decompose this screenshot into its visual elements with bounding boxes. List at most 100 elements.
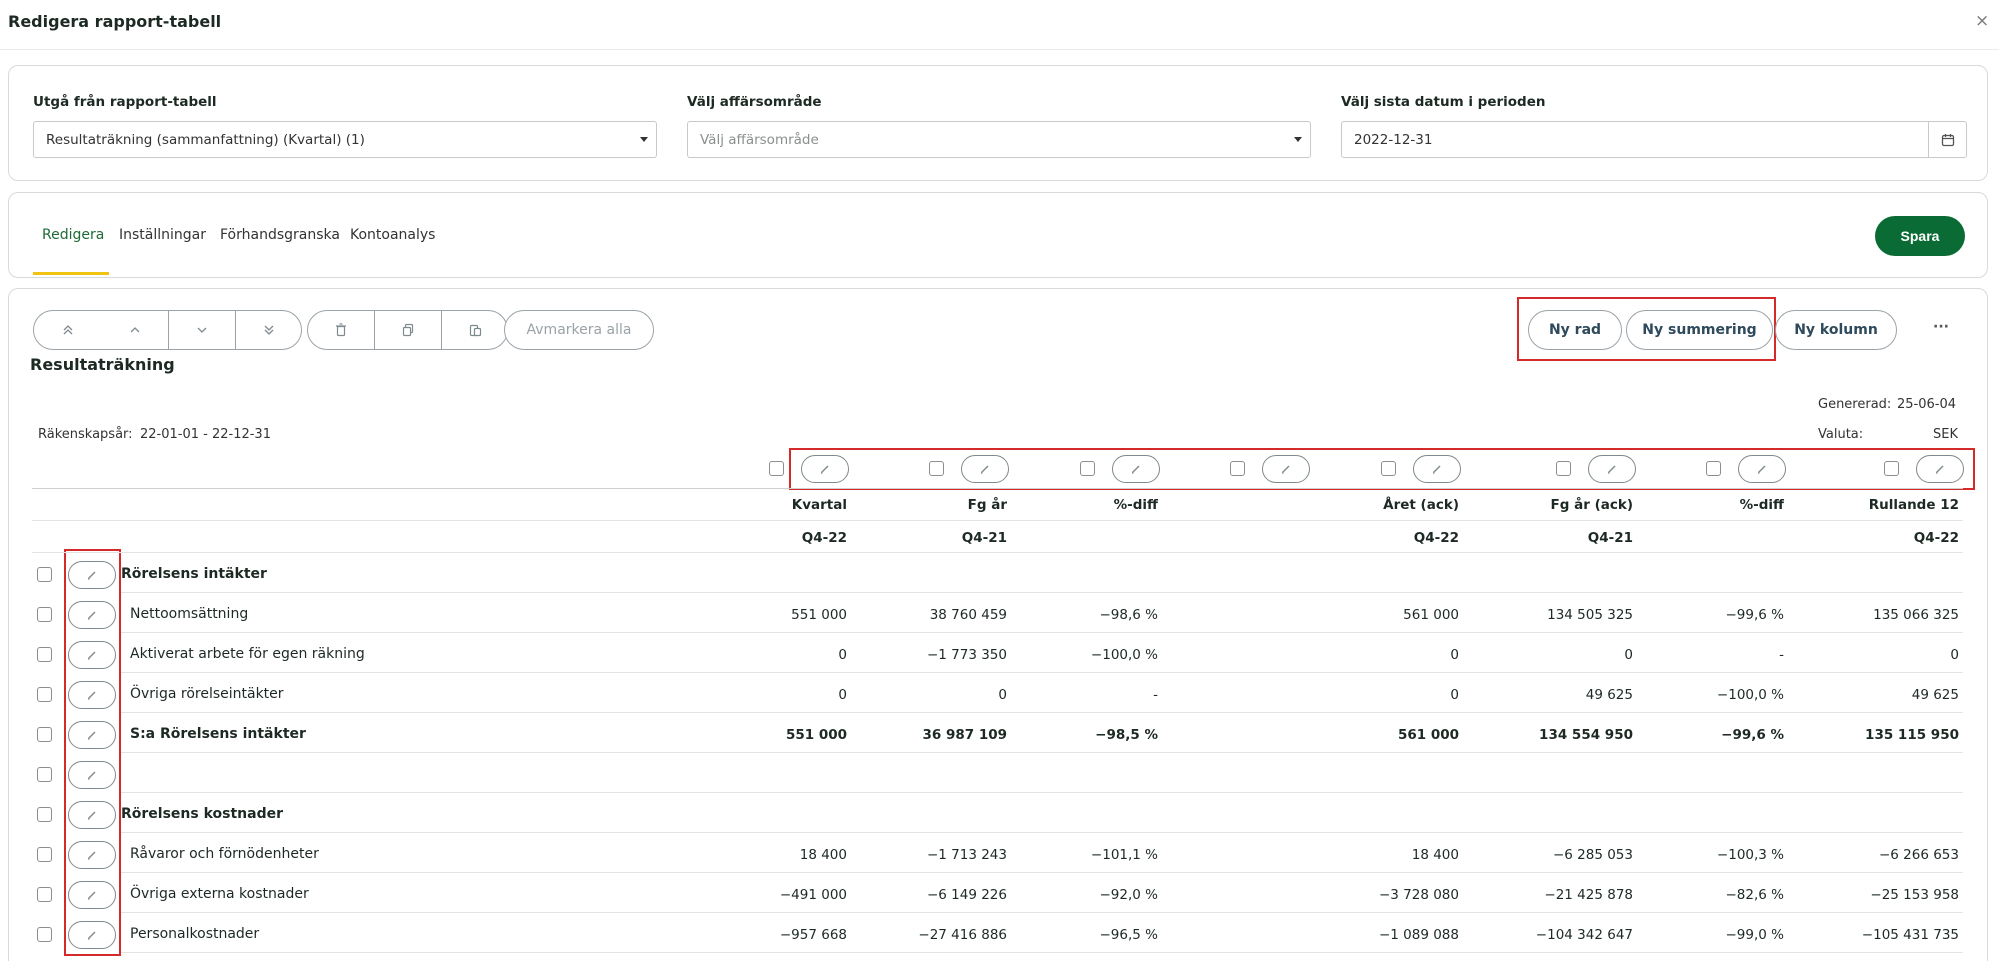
- row-edit-button[interactable]: [68, 881, 116, 909]
- pencil-icon: [88, 691, 96, 700]
- table-cell: 0: [1624, 647, 1633, 663]
- column-checkbox[interactable]: [1706, 461, 1721, 476]
- column-edit-button[interactable]: [1262, 455, 1310, 483]
- row-edit-button[interactable]: [68, 721, 116, 749]
- row-edit-button[interactable]: [68, 921, 116, 949]
- column-edit-button[interactable]: [1413, 455, 1461, 483]
- report-title: Resultaträkning: [30, 355, 175, 374]
- column-header-period: Q4-21: [1587, 530, 1633, 546]
- table-cell: 551 000: [785, 727, 847, 743]
- row-checkbox[interactable]: [37, 687, 52, 702]
- row-checkbox[interactable]: [37, 647, 52, 662]
- row-edit-button[interactable]: [68, 601, 116, 629]
- new-sum-button[interactable]: Ny summering: [1626, 310, 1773, 350]
- row-edit-button[interactable]: [68, 801, 116, 829]
- row-checkbox[interactable]: [37, 567, 52, 582]
- row-divider: [121, 912, 1963, 913]
- new-column-button[interactable]: Ny kolumn: [1775, 310, 1897, 350]
- table-cell: −6 266 653: [1878, 847, 1959, 863]
- row-checkbox[interactable]: [37, 727, 52, 742]
- column-checkbox[interactable]: [1080, 461, 1095, 476]
- row-label: Nettoomsättning: [130, 606, 249, 622]
- row-checkbox[interactable]: [37, 927, 52, 942]
- pencil-icon: [1758, 465, 1766, 474]
- move-down-button[interactable]: [168, 310, 236, 350]
- row-divider: [121, 832, 1963, 833]
- period-end-date-input[interactable]: 2022-12-31: [1341, 121, 1967, 158]
- tab-installningar[interactable]: Inställningar: [119, 227, 206, 243]
- divider: [32, 488, 1963, 489]
- tab-redigera[interactable]: Redigera: [42, 227, 104, 243]
- trash-icon: [336, 323, 346, 337]
- pencil-icon: [1433, 465, 1441, 474]
- new-row-button[interactable]: Ny rad: [1528, 310, 1622, 350]
- business-area-label: Välj affärsområde: [687, 94, 822, 110]
- column-edit-button[interactable]: [961, 455, 1009, 483]
- table-cell: 0: [1450, 687, 1459, 703]
- pencil-icon: [88, 851, 96, 860]
- business-area-select[interactable]: Välj affärsområde: [687, 121, 1311, 158]
- tab-forhandsgranska[interactable]: Förhandsgranska: [220, 227, 340, 243]
- table-cell: −99,0 %: [1725, 927, 1785, 943]
- tabs-card: Redigera Inställningar Förhandsgranska K…: [8, 192, 1988, 278]
- pencil-icon: [88, 651, 96, 660]
- row-checkbox[interactable]: [37, 807, 52, 822]
- tab-kontoanalys[interactable]: Kontoanalys: [350, 227, 435, 243]
- pencil-icon: [1282, 465, 1290, 474]
- table-cell: −92,0 %: [1099, 887, 1159, 903]
- double-chevron-down-icon: [264, 325, 273, 335]
- column-edit-button[interactable]: [801, 455, 849, 483]
- row-checkbox[interactable]: [37, 767, 52, 782]
- close-icon[interactable]: ×: [1975, 11, 1989, 31]
- row-edit-button[interactable]: [68, 681, 116, 709]
- delete-button[interactable]: [307, 310, 375, 350]
- table-cell: −82,6 %: [1725, 887, 1785, 903]
- pencil-icon: [1936, 465, 1944, 474]
- row-checkbox[interactable]: [37, 607, 52, 622]
- period-end-date-value: 2022-12-31: [1354, 132, 1433, 148]
- source-table-select[interactable]: Resultaträkning (sammanfattning) (Kvarta…: [33, 121, 657, 158]
- row-divider: [121, 792, 1963, 793]
- generated-label: Genererad:: [1818, 397, 1892, 412]
- paste-button[interactable]: [441, 310, 508, 350]
- row-edit-button[interactable]: [68, 761, 116, 789]
- column-edit-button[interactable]: [1916, 455, 1964, 483]
- table-cell: −100,3 %: [1716, 847, 1784, 863]
- currency-value: SEK: [1933, 427, 1958, 442]
- table-cell: −99,6 %: [1725, 607, 1785, 623]
- column-checkbox[interactable]: [1230, 461, 1245, 476]
- column-header-label: Fg år (ack): [1550, 497, 1633, 513]
- copy-button[interactable]: [374, 310, 442, 350]
- column-checkbox[interactable]: [769, 461, 784, 476]
- calendar-icon[interactable]: [1928, 122, 1966, 157]
- move-up-button[interactable]: [101, 310, 169, 350]
- move-to-bottom-button[interactable]: [235, 310, 302, 350]
- deselect-all-button[interactable]: Avmarkera alla: [504, 310, 654, 350]
- row-divider: [121, 952, 1963, 953]
- row-label: Övriga externa kostnader: [130, 886, 309, 902]
- table-cell: −1 713 243: [926, 847, 1007, 863]
- table-cell: −98,5 %: [1095, 727, 1158, 743]
- row-edit-button[interactable]: [68, 641, 116, 669]
- row-checkbox[interactable]: [37, 887, 52, 902]
- column-edit-button[interactable]: [1738, 455, 1786, 483]
- row-edit-button[interactable]: [68, 841, 116, 869]
- row-label: Rörelsens kostnader: [121, 806, 284, 822]
- column-header-label: Året (ack): [1383, 497, 1459, 513]
- dialog-title-bar: Redigera rapport-tabell ×: [0, 0, 1999, 50]
- save-button[interactable]: Spara: [1875, 216, 1965, 256]
- column-checkbox[interactable]: [1556, 461, 1571, 476]
- row-edit-button[interactable]: [68, 561, 116, 589]
- column-edit-button[interactable]: [1588, 455, 1636, 483]
- table-cell: 0: [1450, 647, 1459, 663]
- more-options-icon[interactable]: ···: [1933, 319, 1949, 335]
- pencil-icon: [88, 891, 96, 900]
- column-checkbox[interactable]: [1381, 461, 1396, 476]
- column-checkbox[interactable]: [1884, 461, 1899, 476]
- pencil-icon: [88, 611, 96, 620]
- column-checkbox[interactable]: [929, 461, 944, 476]
- row-checkbox[interactable]: [37, 847, 52, 862]
- move-to-top-button[interactable]: [33, 310, 102, 350]
- pencil-icon: [88, 811, 96, 820]
- column-edit-button[interactable]: [1112, 455, 1160, 483]
